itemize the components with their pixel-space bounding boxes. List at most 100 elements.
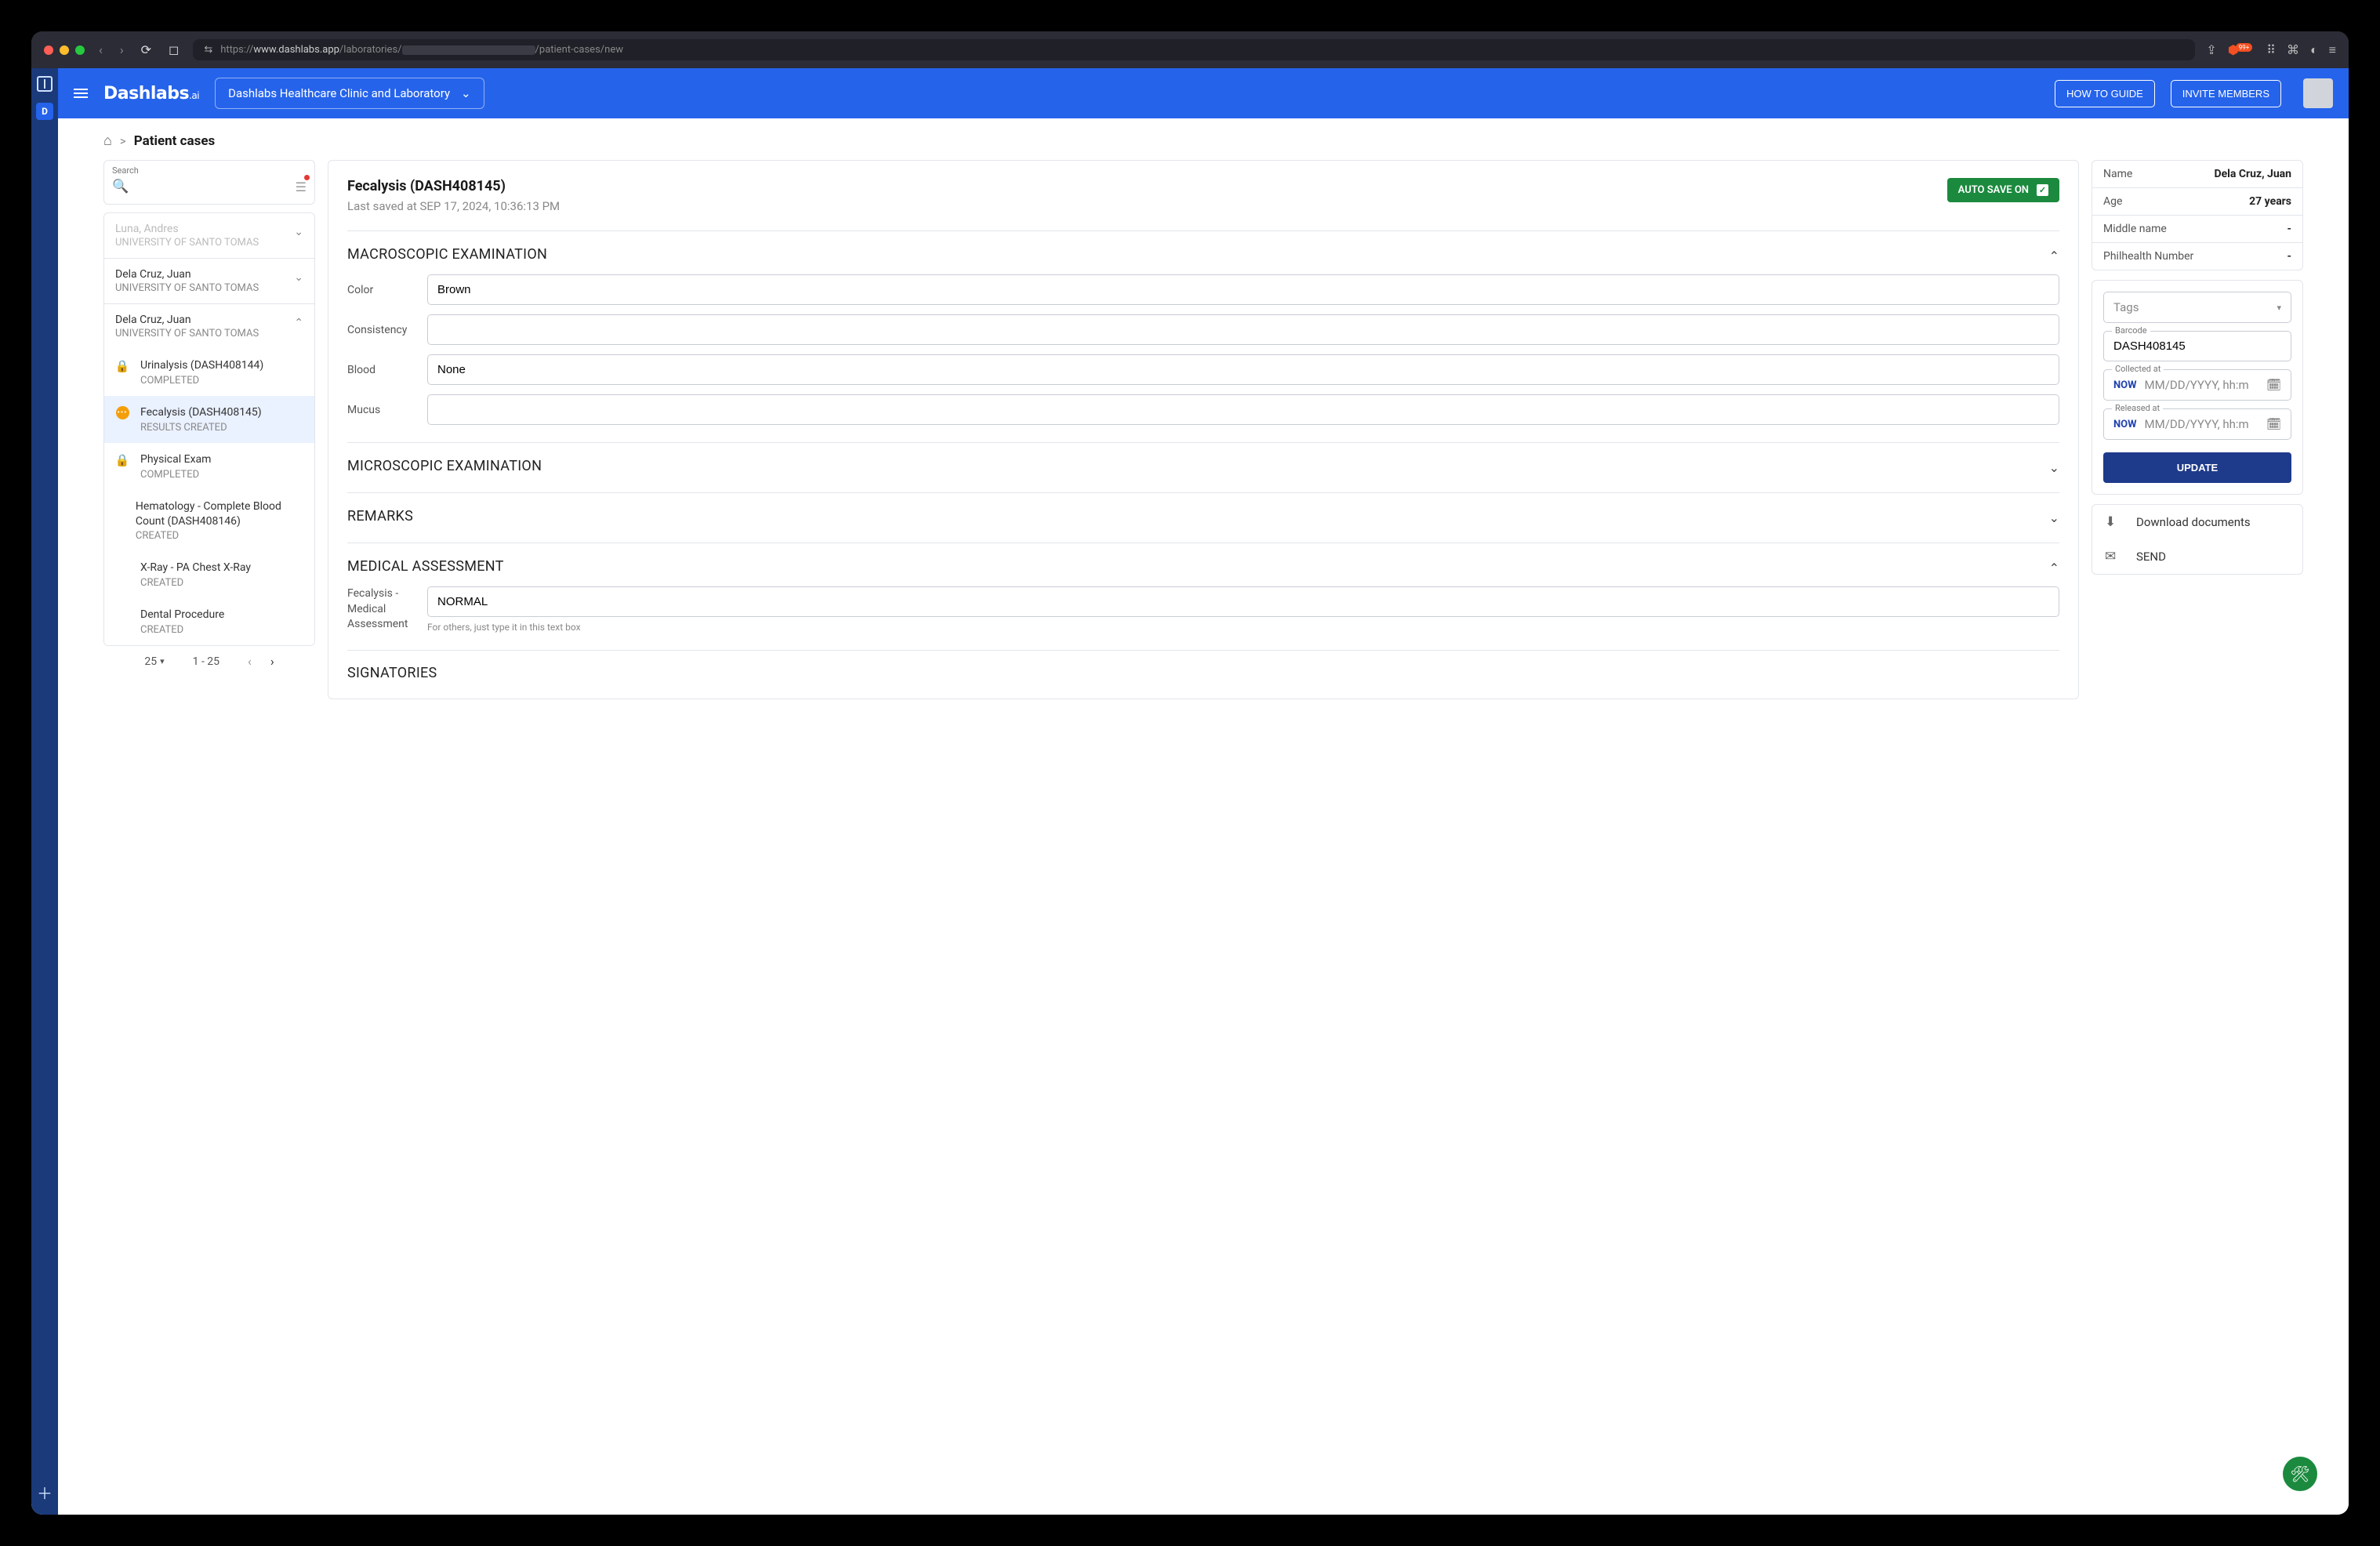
invite-members-button[interactable]: INVITE MEMBERS xyxy=(2171,80,2281,107)
pager: 25 ▾ 1 - 25 ‹ › xyxy=(103,646,315,677)
tools-fab[interactable]: 🛠 xyxy=(2283,1457,2317,1491)
collected-now-button[interactable]: NOW xyxy=(2113,379,2137,391)
info-value: - xyxy=(2287,250,2291,263)
collected-input[interactable]: MM/DD/YYYY, hh:m xyxy=(2145,378,2258,392)
brand-logo[interactable]: Dashlabs.ai xyxy=(103,84,199,103)
info-key: Age xyxy=(2103,195,2122,208)
hamburger-menu[interactable] xyxy=(74,89,88,98)
patient-row[interactable]: Dela Cruz, Juan UNIVERSITY OF SANTO TOMAS… xyxy=(104,303,314,349)
assessment-helper: For others, just type it in this text bo… xyxy=(427,622,2059,633)
patient-row[interactable]: Dela Cruz, JuanUNIVERSITY OF SANTO TOMAS… xyxy=(104,258,314,303)
chevron-up-icon: ⌃ xyxy=(2049,557,2059,575)
lock-icon: 🔒 xyxy=(115,359,130,373)
patient-institution: UNIVERSITY OF SANTO TOMAS xyxy=(115,328,259,339)
patient-institution: UNIVERSITY OF SANTO TOMAS xyxy=(115,237,259,249)
section-medical-assessment[interactable]: MEDICAL ASSESSMENT ⌃ xyxy=(347,557,2059,575)
leaf-icon[interactable]: ⌘ xyxy=(2287,42,2299,57)
action-label: SEND xyxy=(2136,550,2166,564)
test-title: Hematology - Complete Blood Count (DASH4… xyxy=(136,499,303,529)
page-next[interactable]: › xyxy=(270,654,274,669)
patient-name: Dela Cruz, Juan xyxy=(115,314,259,326)
action-icon: ✉ xyxy=(2105,549,2119,564)
moon-icon[interactable]: ◐ xyxy=(2310,42,2318,58)
url-host: www.dashlabs.app xyxy=(253,44,339,56)
consistency-input[interactable] xyxy=(427,314,2059,345)
org-selector[interactable]: Dashlabs Healthcare Clinic and Laborator… xyxy=(215,78,484,109)
section-remarks[interactable]: REMARKS ⌄ xyxy=(347,507,2059,525)
action-row[interactable]: ⬇Download documents xyxy=(2092,505,2302,539)
released-label: Released at xyxy=(2112,403,2163,413)
consistency-label: Consistency xyxy=(347,324,419,336)
org-name: Dashlabs Healthcare Clinic and Laborator… xyxy=(228,86,450,100)
action-row[interactable]: ✉ SEND xyxy=(2092,539,2302,574)
url-prefix: https:// xyxy=(220,44,253,56)
test-title: Dental Procedure xyxy=(140,608,224,622)
tags-select[interactable]: Tags ▾ xyxy=(2103,292,2291,323)
patient-name: Dela Cruz, Juan xyxy=(115,268,259,281)
released-input[interactable]: MM/DD/YYYY, hh:m xyxy=(2145,417,2258,431)
blood-input[interactable] xyxy=(427,354,2059,385)
action-label: Download documents xyxy=(2136,515,2251,529)
chevron-down-icon: ⌄ xyxy=(2049,507,2059,525)
search-input[interactable] xyxy=(135,177,288,196)
test-row[interactable]: •••Fecalysis (DASH408145)RESULTS CREATED xyxy=(104,396,314,443)
patient-institution: UNIVERSITY OF SANTO TOMAS xyxy=(115,282,259,294)
test-title: X-Ray - PA Chest X-Ray xyxy=(140,561,251,575)
color-input[interactable] xyxy=(427,274,2059,305)
test-row[interactable]: X-Ray - PA Chest X-RayCREATED xyxy=(104,551,314,598)
page-size-select[interactable]: 25 ▾ xyxy=(144,655,164,668)
update-button[interactable]: UPDATE xyxy=(2103,452,2291,483)
panel-app-icon[interactable]: D xyxy=(36,103,53,120)
filter-icon[interactable]: ☰ xyxy=(296,180,307,194)
site-settings-icon[interactable]: ⇆ xyxy=(204,44,212,56)
test-row[interactable]: 🔒 Urinalysis (DASH408144) COMPLETED xyxy=(104,349,314,396)
collected-label: Collected at xyxy=(2112,364,2164,374)
autosave-toggle[interactable]: AUTO SAVE ON xyxy=(1947,178,2059,202)
test-row[interactable]: 🔒Physical ExamCOMPLETED xyxy=(104,443,314,490)
barcode-input[interactable] xyxy=(2113,339,2281,353)
section-macroscopic[interactable]: MACROSCOPIC EXAMINATION ⌃ xyxy=(347,245,2059,263)
how-to-guide-button[interactable]: HOW TO GUIDE xyxy=(2055,80,2155,107)
test-row[interactable]: Hematology - Complete Blood Count (DASH4… xyxy=(104,490,314,552)
nav-back[interactable]: ‹ xyxy=(96,42,106,57)
test-title: Urinalysis (DASH408144) xyxy=(140,358,263,373)
section-microscopic[interactable]: MICROSCOPIC EXAMINATION ⌄ xyxy=(347,457,2059,475)
mucus-input[interactable] xyxy=(427,394,2059,425)
address-bar[interactable]: ⇆ https://www.dashlabs.app/laboratories/… xyxy=(193,39,2195,60)
chevron-down-icon: ▾ xyxy=(2277,303,2281,313)
shield-icon[interactable]: ⬢99+ xyxy=(2228,42,2256,57)
bookmark-icon[interactable]: ◻ xyxy=(165,42,182,57)
breadcrumb-current: Patient cases xyxy=(134,133,216,149)
released-now-button[interactable]: NOW xyxy=(2113,419,2137,430)
info-row: Philhealth Number- xyxy=(2092,243,2302,270)
page-range: 1 - 25 xyxy=(193,655,219,668)
mucus-label: Mucus xyxy=(347,404,419,416)
patient-row[interactable]: Luna, AndresUNIVERSITY OF SANTO TOMAS⌄ xyxy=(104,213,314,258)
url-path-b: /patient-cases/new xyxy=(535,44,623,56)
test-row[interactable]: Dental ProcedureCREATED xyxy=(104,598,314,645)
info-key: Name xyxy=(2103,168,2132,180)
reload-icon[interactable]: ⟳ xyxy=(138,42,154,57)
panel-add-icon[interactable]: ＋ xyxy=(37,1481,53,1504)
info-row: Age27 years xyxy=(2092,188,2302,216)
window-controls[interactable] xyxy=(44,45,85,55)
avatar[interactable] xyxy=(2303,78,2333,108)
chevron-down-icon: ⌄ xyxy=(294,268,303,284)
app-header: Dashlabs.ai Dashlabs Healthcare Clinic a… xyxy=(58,68,2349,118)
test-status: COMPLETED xyxy=(140,375,263,386)
chevron-down-icon: ⌄ xyxy=(2049,457,2059,475)
extensions-icon[interactable]: ⠿ xyxy=(2266,42,2276,57)
test-title: Fecalysis (DASH408145) xyxy=(140,405,262,420)
home-icon[interactable]: ⌂ xyxy=(103,132,112,149)
calendar-icon[interactable]: 🗓 xyxy=(2266,417,2281,431)
browser-side-panel: D ＋ xyxy=(31,68,58,1515)
calendar-icon[interactable]: 🗓 xyxy=(2266,378,2281,392)
share-icon[interactable]: ⇪ xyxy=(2206,42,2216,57)
chevron-up-icon: ⌃ xyxy=(294,314,303,329)
color-label: Color xyxy=(347,284,419,296)
panel-toggle-icon[interactable] xyxy=(37,76,53,92)
assessment-input[interactable] xyxy=(427,586,2059,617)
search-icon: 🔍 xyxy=(112,179,129,194)
section-signatories[interactable]: SIGNATORIES xyxy=(347,665,2059,681)
menu-icon[interactable]: ≡ xyxy=(2329,42,2336,58)
